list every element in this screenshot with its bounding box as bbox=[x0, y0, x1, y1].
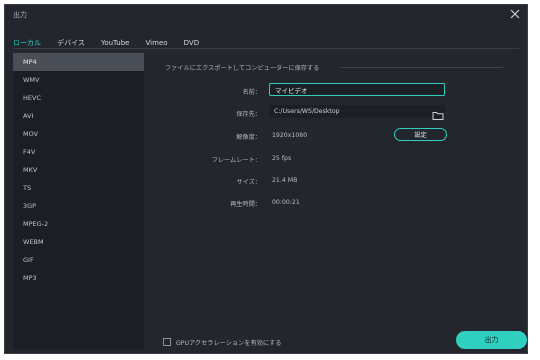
format-item-mkv[interactable]: MKV bbox=[13, 161, 144, 179]
tab-dvd[interactable]: DVD bbox=[184, 37, 199, 52]
window-title: 出力 bbox=[13, 11, 27, 19]
format-item-webm[interactable]: WEBM bbox=[13, 233, 144, 251]
format-item-mov[interactable]: MOV bbox=[13, 125, 144, 143]
export-dialog: 出力 ローカル デバイス YouTube Vimeo DVD MP4 WMV H… bbox=[4, 4, 528, 354]
title-bar: 出力 bbox=[5, 5, 527, 25]
close-icon[interactable] bbox=[509, 8, 521, 20]
format-item-ts[interactable]: TS bbox=[13, 179, 144, 197]
save-location-row: 保存先： C:/Users/WS/Desktop bbox=[155, 105, 525, 121]
section-title: ファイルにエクスポートしてコンピューターに保存する bbox=[165, 65, 320, 72]
gpu-acceleration-label: GPUアクセラレーションを有効にする bbox=[176, 340, 282, 347]
name-row: 名前： bbox=[155, 83, 525, 99]
format-item-mp4[interactable]: MP4 bbox=[13, 53, 144, 71]
settings-button[interactable]: 設定 bbox=[394, 128, 447, 141]
format-item-mp3[interactable]: MP3 bbox=[13, 269, 144, 287]
gpu-acceleration-option[interactable]: GPUアクセラレーションを有効にする bbox=[163, 338, 282, 347]
format-item-f4v[interactable]: F4V bbox=[13, 143, 144, 161]
duration-row: 再生時間： 00:00:21 bbox=[155, 195, 525, 211]
size-value: 21.4 MB bbox=[272, 177, 298, 184]
tab-bar: ローカル デバイス YouTube Vimeo DVD bbox=[13, 30, 519, 54]
format-list: MP4 WMV HEVC AVI MOV F4V MKV TS 3GP MPEG… bbox=[13, 53, 144, 349]
tab-youtube[interactable]: YouTube bbox=[101, 37, 129, 52]
format-item-avi[interactable]: AVI bbox=[13, 107, 144, 125]
settings-panel: ファイルにエクスポートしてコンピューターに保存する 名前： 保存先： C:/Us… bbox=[155, 57, 525, 297]
save-location-label: 保存先： bbox=[236, 111, 261, 118]
size-label: サイズ： bbox=[236, 179, 261, 186]
checkbox-icon[interactable] bbox=[163, 338, 171, 346]
framerate-row: フレームレート： 25 fps bbox=[155, 151, 525, 167]
name-label: 名前： bbox=[242, 89, 261, 96]
duration-label: 再生時間： bbox=[230, 201, 261, 208]
section-divider bbox=[340, 67, 503, 68]
format-item-wmv[interactable]: WMV bbox=[13, 71, 144, 89]
framerate-value: 25 fps bbox=[272, 155, 292, 162]
tab-vimeo[interactable]: Vimeo bbox=[146, 37, 168, 52]
duration-value: 00:00:21 bbox=[272, 199, 300, 206]
save-path-field[interactable]: C:/Users/WS/Desktop bbox=[269, 105, 445, 118]
name-input[interactable] bbox=[269, 83, 445, 96]
format-item-mpeg2[interactable]: MPEG-2 bbox=[13, 215, 144, 233]
resolution-row: 解像度： 1920x1080 設定 bbox=[155, 128, 525, 144]
tab-device[interactable]: デバイス bbox=[57, 36, 85, 53]
format-item-gif[interactable]: GIF bbox=[13, 251, 144, 269]
resolution-value: 1920x1080 bbox=[272, 132, 308, 139]
format-item-3gp[interactable]: 3GP bbox=[13, 197, 144, 215]
tab-local[interactable]: ローカル bbox=[13, 36, 41, 54]
folder-icon[interactable] bbox=[432, 106, 444, 120]
framerate-label: フレームレート： bbox=[211, 157, 261, 164]
save-path-value: C:/Users/WS/Desktop bbox=[274, 108, 340, 115]
resolution-label: 解像度： bbox=[236, 134, 261, 141]
format-item-hevc[interactable]: HEVC bbox=[13, 89, 144, 107]
export-button[interactable]: 出力 bbox=[456, 331, 527, 349]
size-row: サイズ： 21.4 MB bbox=[155, 173, 525, 189]
